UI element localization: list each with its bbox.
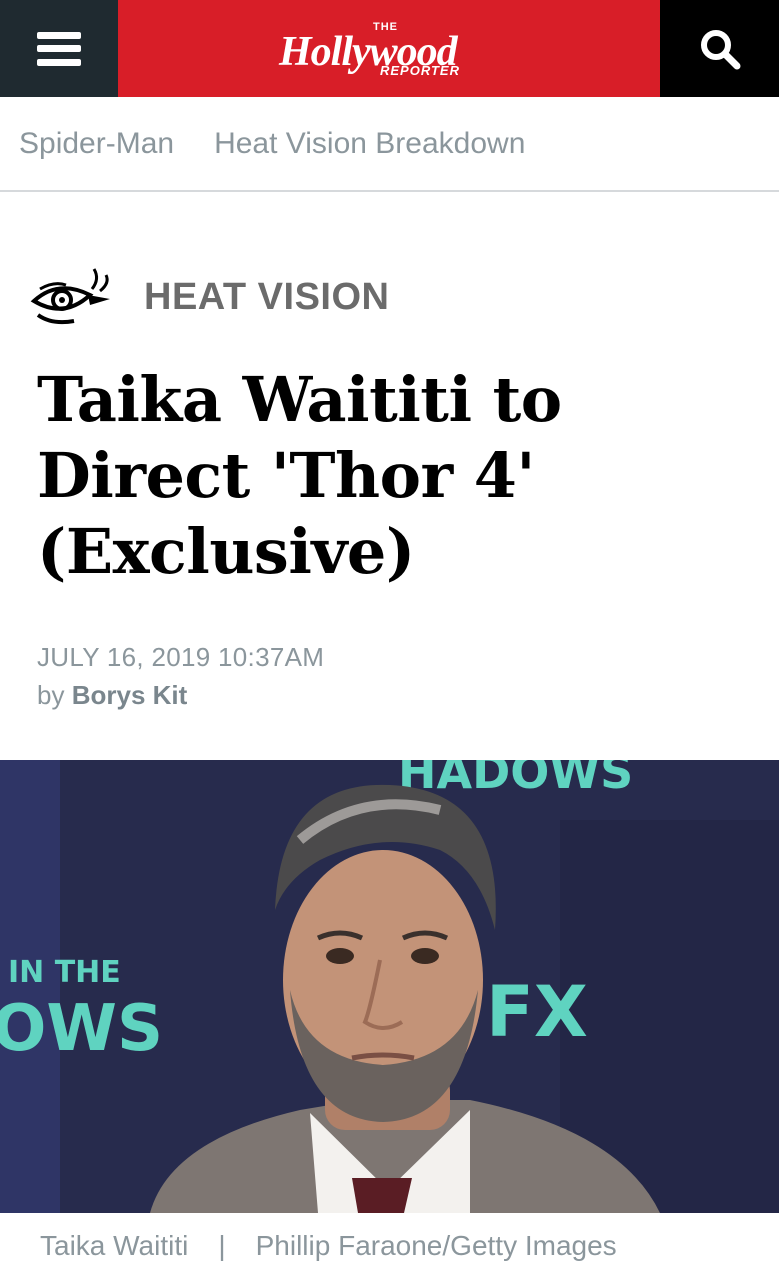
search-icon: [700, 29, 740, 69]
search-button[interactable]: [660, 0, 779, 97]
subnav-item-spider-man[interactable]: Spider-Man: [19, 127, 174, 161]
photo-caption: Taika Waititi | Phillip Faraone/Getty Im…: [0, 1213, 779, 1279]
logo-bar: THE Hollywood REPORTER: [118, 0, 660, 97]
byline-prefix: by: [37, 680, 65, 710]
section-label: HEAT VISION: [144, 275, 390, 318]
site-logo[interactable]: THE Hollywood REPORTER: [279, 18, 499, 80]
section-heading[interactable]: HEAT VISION: [30, 262, 390, 332]
portrait-photo: HADOWS IN THE OWS FX: [0, 760, 779, 1213]
caption-subject: Taika Waititi: [40, 1230, 189, 1261]
byline: by Borys Kit: [37, 680, 187, 711]
top-bar: THE Hollywood REPORTER: [0, 0, 779, 97]
logo-reporter: REPORTER: [380, 62, 460, 78]
article-date: JULY 16, 2019 10:37AM: [37, 642, 325, 672]
menu-button[interactable]: [0, 0, 118, 97]
heat-vision-eye-icon: [30, 268, 110, 325]
article-photo[interactable]: HADOWS IN THE OWS FX: [0, 760, 779, 1213]
article-headline: Taika Waititi to Direct 'Thor 4' (Exclus…: [37, 363, 562, 588]
sub-navigation: Spider-Man Heat Vision Breakdown: [0, 97, 779, 192]
backdrop-text-left-2: OWS: [0, 992, 163, 1066]
author-link[interactable]: Borys Kit: [72, 680, 188, 710]
hamburger-menu-icon: [37, 31, 81, 66]
caption-credit: Phillip Faraone/Getty Images: [255, 1230, 617, 1261]
backdrop-text-left-1: IN THE: [8, 955, 121, 990]
subnav-item-heat-vision-breakdown[interactable]: Heat Vision Breakdown: [214, 127, 525, 161]
backdrop-logo-fx: FX: [486, 971, 588, 1053]
caption-separator: |: [218, 1230, 226, 1261]
backdrop-text-top: HADOWS: [398, 760, 633, 799]
